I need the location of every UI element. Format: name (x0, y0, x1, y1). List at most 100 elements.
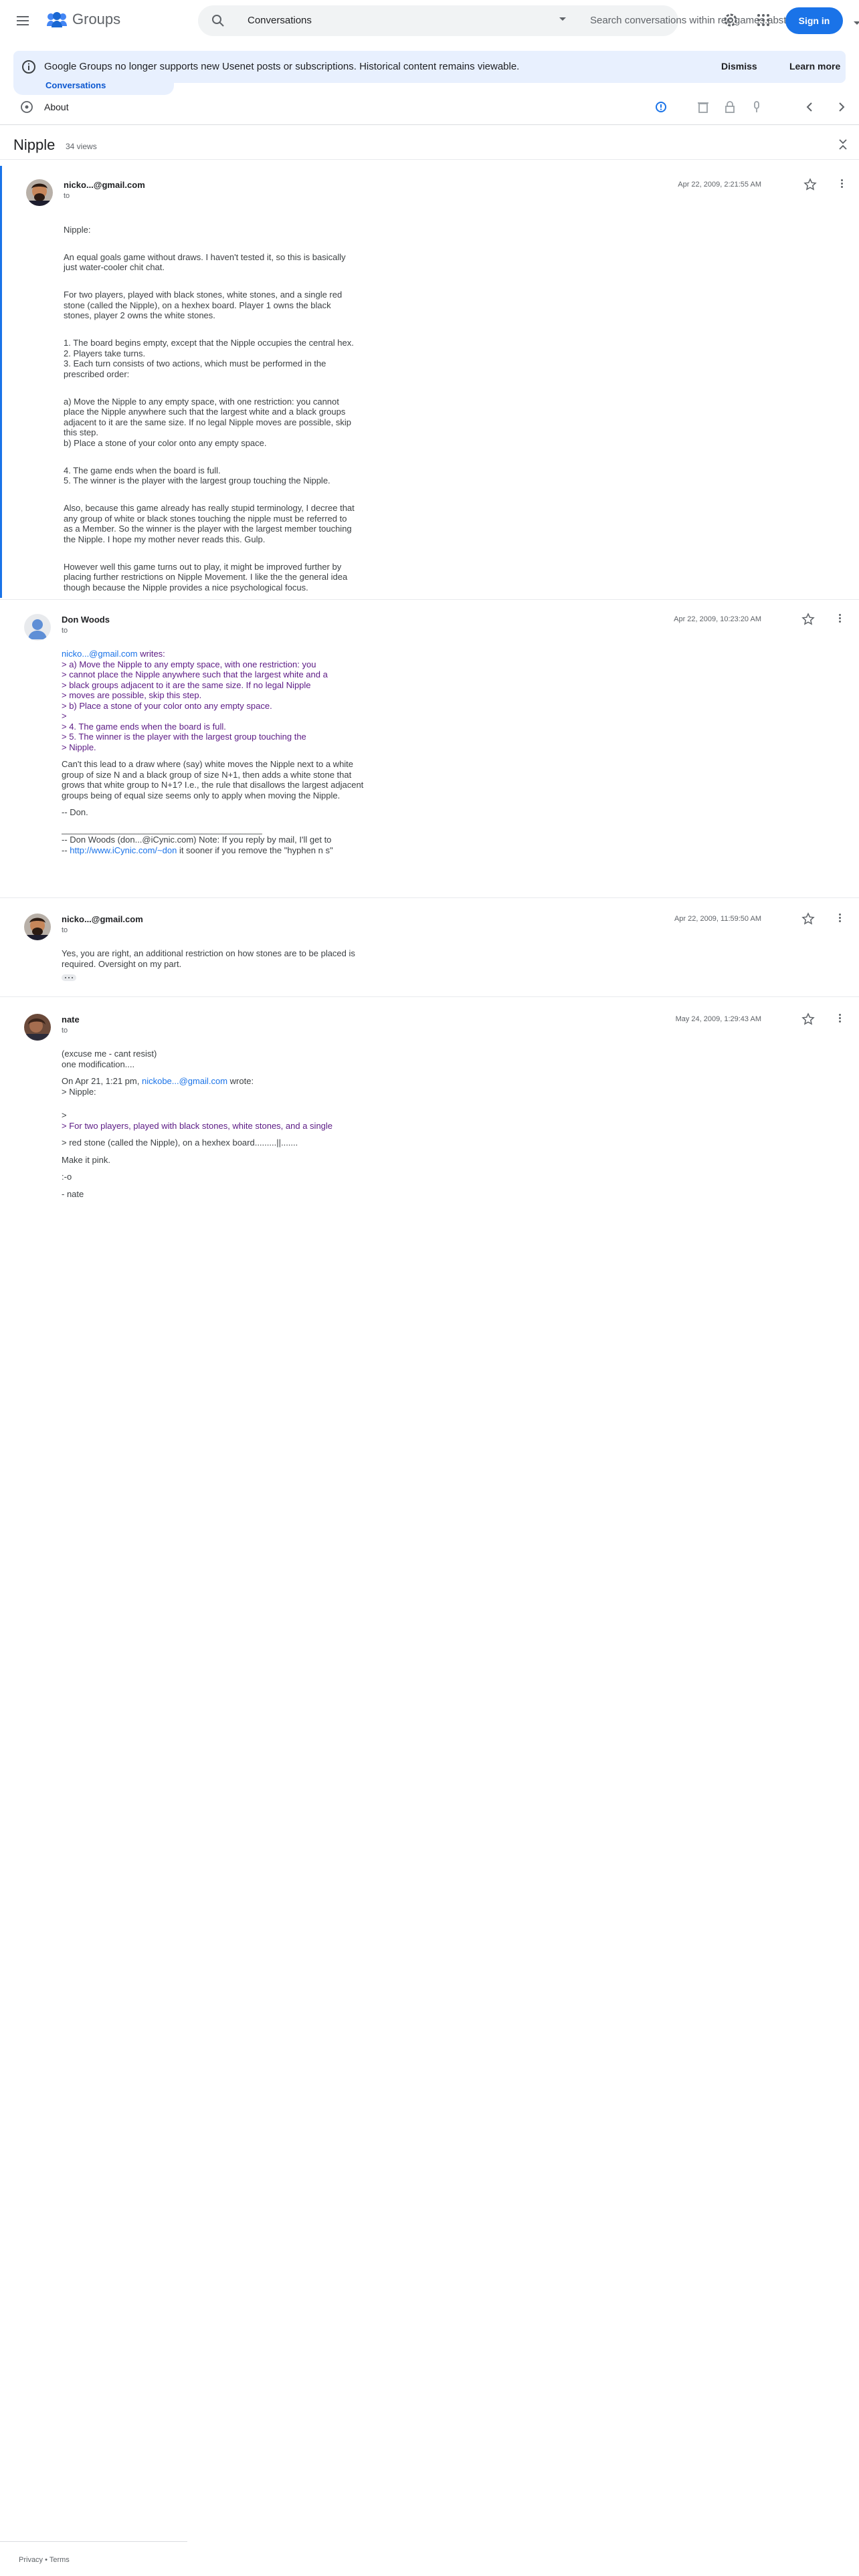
message-body: Nipple: An equal goals game without draw… (64, 214, 358, 610)
more-options-icon[interactable] (839, 614, 841, 623)
chevron-down-icon[interactable] (559, 17, 566, 21)
message-paragraph: (excuse me - cant resist) one modificati… (62, 1049, 157, 1069)
message-paragraph: Nipple: (64, 224, 91, 235)
signature-line: -- http://www.iCynic.com/~don it sooner … (62, 845, 369, 856)
dismiss-button[interactable]: Dismiss (721, 61, 757, 72)
more-options-icon[interactable] (839, 1014, 841, 1023)
star-icon[interactable] (801, 1012, 815, 1026)
message-date: May 24, 2009, 1:29:43 AM (675, 1015, 761, 1023)
message-paragraph: An equal goals game without draws. I hav… (64, 251, 346, 273)
attribution-line: On Apr 21, 1:21 pm, nickobe...@gmail.com… (62, 1076, 369, 1087)
main-menu-icon[interactable] (13, 11, 32, 30)
message: nate to May 24, 2009, 1:29:43 AM (excuse… (0, 1000, 859, 1241)
lock-icon[interactable] (724, 100, 736, 114)
signature-suffix: it sooner if you remove the "hyphen n s" (177, 845, 333, 855)
apps-grid-icon[interactable] (757, 14, 769, 26)
message-paragraph: Yes, you are right, an additional restri… (62, 948, 355, 969)
thread-toolbar (0, 100, 859, 116)
learn-more-button[interactable]: Learn more (789, 61, 840, 72)
info-icon (22, 60, 35, 74)
message-recipient: to (62, 627, 68, 635)
avatar[interactable] (24, 1014, 51, 1041)
quoted-text: > Nipple: (62, 1086, 96, 1097)
app-name: Groups (72, 11, 121, 27)
message-signoff: - nate (62, 1188, 84, 1199)
signature-rule: ________________________________________… (62, 824, 262, 835)
quoted-text: > a) Move the Nipple to any empty space,… (62, 659, 328, 752)
search-scope-select[interactable]: Conversations (248, 15, 312, 26)
message-signoff: -- Don. (62, 807, 88, 817)
message-author[interactable]: nicko...@gmail.com (64, 180, 145, 190)
divider (0, 897, 859, 898)
message-paragraph: Also, because this game already has real… (64, 503, 355, 544)
more-options-icon[interactable] (839, 914, 841, 922)
search-bar: Conversations Search conversations withi… (198, 5, 859, 36)
author-email-link[interactable]: nicko...@gmail.com (62, 649, 138, 659)
message-author[interactable]: nicko...@gmail.com (62, 914, 143, 924)
avatar[interactable] (24, 614, 51, 641)
message-date: Apr 22, 2009, 10:23:20 AM (674, 615, 761, 623)
avatar[interactable] (26, 179, 53, 206)
banner-text: Google Groups no longer supports new Use… (44, 61, 520, 72)
top-bar: Groups Conversations Search conversation… (0, 0, 859, 41)
message-recipient: to (62, 1027, 68, 1035)
divider (0, 159, 859, 160)
message-paragraph: For two players, played with black stone… (64, 290, 343, 320)
nav-item-conversations[interactable]: Conversations (13, 76, 174, 95)
sign-in-button[interactable]: Sign in (785, 7, 843, 34)
show-quoted-text-button[interactable] (62, 974, 76, 981)
chevron-left-icon[interactable] (804, 100, 815, 114)
message-author[interactable]: Don Woods (62, 615, 110, 625)
message-author[interactable]: nate (62, 1014, 80, 1025)
message-paragraph: Can't this lead to a draw where (say) wh… (62, 759, 364, 800)
star-icon[interactable] (803, 178, 817, 191)
message-body: (excuse me - cant resist) one modificati… (62, 1049, 369, 1206)
message-date: Apr 22, 2009, 11:59:50 AM (674, 915, 761, 923)
message-paragraph: a) Move the Nipple to any empty space, w… (64, 396, 351, 448)
message-paragraph: 4. The game ends when the board is full.… (64, 465, 330, 486)
search-icon[interactable] (211, 14, 225, 27)
more-options-icon[interactable] (841, 179, 843, 188)
mute-icon[interactable] (751, 100, 763, 114)
message-body: Yes, you are right, an additional restri… (62, 948, 356, 984)
collapse-all-icon[interactable] (838, 138, 848, 151)
thread-title: Nipple (13, 136, 56, 153)
unread-icon[interactable] (654, 100, 668, 114)
avatar[interactable] (24, 914, 51, 940)
chevron-right-icon[interactable] (836, 100, 847, 114)
attribution-text: On Apr 21, 1:21 pm, (62, 1076, 142, 1086)
search-options-icon[interactable] (854, 21, 859, 25)
groups-logo[interactable]: Groups (45, 11, 120, 28)
divider (0, 2541, 187, 2542)
signature-prefix: -- (62, 845, 70, 855)
footer-separator: • (43, 2556, 50, 2564)
attribution-text: wrote: (227, 1076, 254, 1086)
divider (0, 599, 859, 600)
message: nicko...@gmail.com to Apr 22, 2009, 11:5… (0, 900, 859, 994)
nav-item-label: Conversations (45, 80, 106, 90)
divider (0, 124, 859, 125)
star-icon[interactable] (801, 613, 815, 626)
star-icon[interactable] (801, 912, 815, 926)
terms-link[interactable]: Terms (50, 2556, 70, 2564)
message: Don Woods to Apr 22, 2009, 10:23:20 AM n… (0, 601, 859, 895)
message-recipient: to (62, 926, 68, 934)
message-paragraph: :-o (62, 1172, 72, 1182)
message-body: nicko...@gmail.com writes: > a) Move the… (62, 649, 369, 855)
footer: Privacy • Terms (19, 2556, 70, 2564)
attribution-text: writes: (137, 649, 165, 659)
quoted-text: > (62, 1110, 67, 1120)
message-paragraph: Make it pink. (62, 1154, 110, 1165)
groups-logo-icon (47, 12, 67, 27)
message-date: Apr 22, 2009, 2:21:55 AM (678, 181, 761, 189)
message-recipient: to (64, 192, 70, 200)
delete-icon[interactable] (697, 100, 709, 114)
privacy-link[interactable]: Privacy (19, 2556, 43, 2564)
author-email-link[interactable]: nickobe...@gmail.com (142, 1076, 227, 1086)
gear-icon[interactable] (723, 12, 739, 28)
website-link[interactable]: http://www.iCynic.com/~don (70, 845, 177, 855)
view-count: 34 views (66, 142, 97, 151)
message-paragraph: However well this game turns out to play… (64, 561, 348, 593)
signature-line: -- Don Woods (don...@iCynic.com) Note: I… (62, 835, 332, 845)
quoted-text: > red stone (called the Nipple), on a he… (62, 1138, 298, 1148)
